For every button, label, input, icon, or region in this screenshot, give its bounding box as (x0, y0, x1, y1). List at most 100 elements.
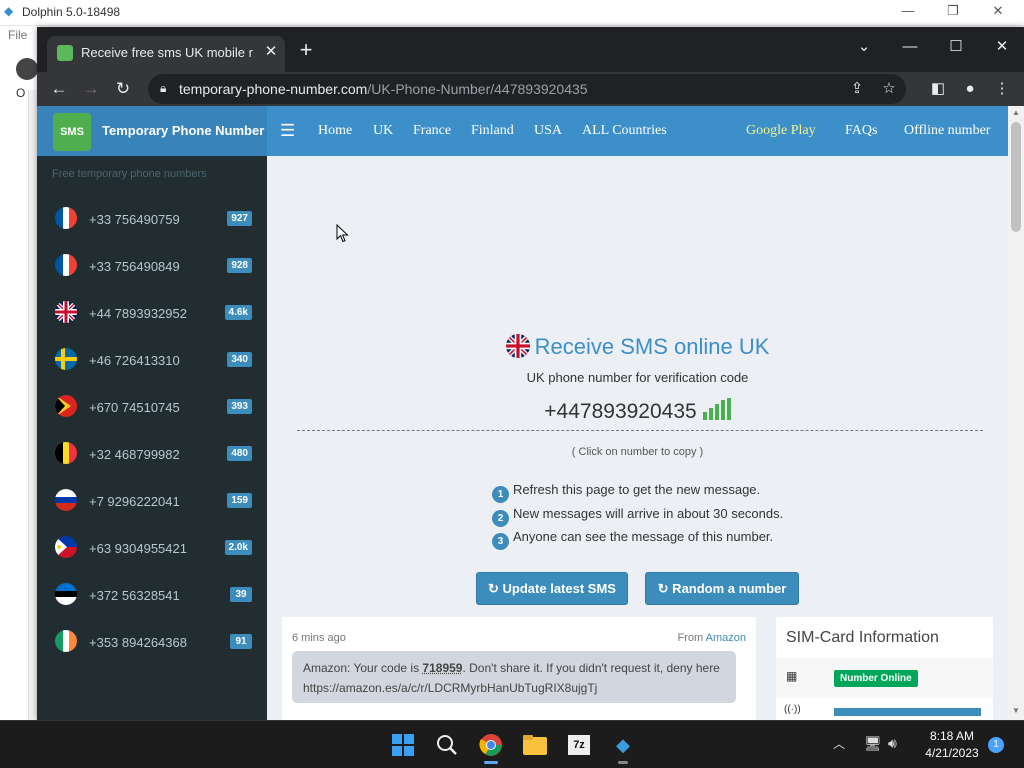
message-from: From Amazon (678, 632, 746, 644)
scroll-up-icon[interactable]: ▲ (1012, 108, 1020, 117)
web-page: SMS Temporary Phone Number ☰ Home UK Fra… (37, 106, 1024, 720)
random-number-button[interactable]: ↻ Random a number (645, 572, 799, 605)
france-flag-icon (55, 254, 77, 276)
reload-icon[interactable]: ↻ (112, 78, 134, 100)
uk-flag-icon (505, 334, 530, 358)
maximize-icon[interactable]: ☐ (941, 35, 971, 59)
nav-offline-number[interactable]: Offline number (904, 123, 990, 139)
sim-card-title: SIM-Card Information (786, 629, 939, 646)
sidebar-number-item[interactable]: +63 9304955421 2.0k (37, 525, 267, 572)
scroll-down-icon[interactable]: ▼ (1012, 706, 1020, 715)
page-subtitle: UK phone number for verification code (526, 370, 749, 385)
sidebar-number: +46 726413310 (89, 353, 180, 368)
nav-uk[interactable]: UK (373, 123, 393, 139)
sidebar-number-item[interactable]: +44 7893932952 4.6k (37, 290, 267, 337)
nav-google-play[interactable]: Google Play (746, 123, 816, 139)
site-brand[interactable]: SMS Temporary Phone Number (37, 106, 267, 156)
update-sms-button[interactable]: ↻ Update latest SMS (476, 572, 628, 605)
sidebar-number-item[interactable]: +32 468799982 480 (37, 431, 267, 478)
sidebar-number-item[interactable]: +670 74510745 393 (37, 384, 267, 431)
message-count-badge: 159 (227, 493, 252, 508)
new-tab-icon[interactable]: + (294, 39, 318, 63)
share-icon[interactable]: ⇪ (847, 79, 867, 99)
browser-toolbar: ← → ↻ 🔒︎ temporary-phone-number.com/UK-P… (37, 72, 1024, 106)
step-1: 1 Refresh this page to get the new messag… (492, 482, 760, 503)
clock-date[interactable]: 4/21/2023 (920, 746, 984, 760)
sidebar-number-item[interactable]: +372 56328541 39 (37, 572, 267, 619)
nav-faqs[interactable]: FAQs (845, 123, 877, 139)
divider (297, 430, 983, 431)
tab-close-icon[interactable]: ✕ (261, 42, 281, 62)
message-bubble: Amazon: Your code is 718959. Don't share… (292, 651, 736, 703)
restore-icon[interactable]: ❐ (943, 3, 963, 19)
nav-finland[interactable]: Finland (471, 123, 514, 139)
bookmark-star-icon[interactable]: ☆ (879, 79, 899, 99)
message-count-badge: 91 (230, 634, 252, 649)
step-text: New messages will arrive in about 30 sec… (513, 506, 784, 521)
side-panel-icon[interactable]: ◧ (928, 79, 948, 99)
ireland-flag-icon (55, 630, 77, 652)
close-icon[interactable]: ✕ (988, 3, 1008, 19)
browser-tab[interactable]: Receive free sms UK mobile numb ✕ (47, 36, 285, 72)
sim-card-icon: ▦ (786, 669, 798, 683)
running-indicator (618, 761, 628, 764)
url-text[interactable]: temporary-phone-number.com/UK-Phone-Numb… (179, 81, 588, 97)
nav-home[interactable]: Home (318, 123, 352, 139)
antenna-icon: ((·)) (784, 704, 801, 715)
copy-hint: ( Click on number to copy ) (571, 446, 704, 458)
belgium-flag-icon (55, 442, 77, 464)
minimize-icon[interactable]: — (898, 3, 918, 18)
nav-all-countries[interactable]: ALL Countries (582, 123, 667, 139)
message-count-badge: 2.0k (224, 540, 252, 555)
phone-number[interactable]: +447893920435 (267, 398, 1008, 424)
lock-icon[interactable]: 🔒︎ (160, 81, 174, 95)
dolphin-icon: ◆ (4, 4, 14, 18)
close-icon[interactable]: ✕ (987, 35, 1017, 59)
hamburger-icon[interactable]: ☰ (280, 121, 295, 141)
verification-code[interactable]: 718959 (422, 661, 462, 675)
address-bar[interactable]: 🔒︎ temporary-phone-number.com/UK-Phone-N… (148, 74, 906, 104)
notification-badge[interactable]: 1 (988, 737, 1004, 753)
clock-time[interactable]: 8:18 AM (920, 729, 984, 743)
sidebar-number: +7 9296222041 (89, 494, 180, 509)
sidebar-number-item[interactable]: +33 756490759 927 (37, 196, 267, 243)
uk-flag-icon (55, 301, 77, 323)
windows-start-icon[interactable] (387, 729, 419, 761)
back-icon[interactable]: ← (48, 78, 70, 100)
sidebar-number-item[interactable]: +353 894264368 91 (37, 619, 267, 666)
phone-number-text[interactable]: +447893920435 (544, 400, 696, 423)
scrollbar-thumb[interactable] (1011, 122, 1021, 232)
sidebar-number-item[interactable]: +7 9296222041 159 (37, 478, 267, 525)
russia-flag-icon (55, 489, 77, 511)
message-sender[interactable]: Amazon (706, 632, 746, 644)
network-icon[interactable]: 🖥︎ (864, 735, 882, 752)
dolphin-taskbar-icon[interactable]: ◆ (607, 729, 639, 764)
sms-favicon-icon (57, 45, 73, 61)
step-number: 1 (492, 486, 509, 503)
chrome-taskbar-icon[interactable] (475, 729, 507, 764)
chevron-up-icon[interactable]: ︿ (833, 735, 845, 752)
volume-icon[interactable]: 🔊︎ (888, 735, 897, 752)
step-text: Refresh this page to get the new message… (513, 482, 761, 497)
sidebar-number-item[interactable]: +33 756490849 928 (37, 243, 267, 290)
sidebar-heading: Free temporary phone numbers (52, 168, 207, 180)
nav-france[interactable]: France (413, 123, 451, 139)
main-content: Receive SMS online UK UK phone number fo… (267, 156, 1008, 720)
forward-icon[interactable]: → (80, 78, 102, 100)
minimize-icon[interactable]: — (895, 35, 925, 59)
dolphin-play-icon[interactable] (16, 58, 38, 80)
url-path: /UK-Phone-Number/447893920435 (367, 81, 588, 97)
7zip-icon[interactable]: 7z (563, 729, 595, 761)
signal-strength-icon (702, 398, 731, 420)
step-2: 2 New messages will arrive in about 30 se… (492, 506, 783, 527)
tab-search-icon[interactable]: ⌄ (849, 35, 879, 59)
profile-icon[interactable]: ● (960, 79, 980, 99)
file-explorer-icon[interactable] (519, 729, 551, 761)
from-label: From (677, 632, 704, 644)
sidebar-number-item[interactable]: +46 726413310 340 (37, 337, 267, 384)
search-icon[interactable] (431, 729, 463, 761)
menu-kebab-icon[interactable]: ⋮ (992, 79, 1012, 99)
page-scrollbar[interactable]: ▲ ▼ (1008, 106, 1024, 720)
nav-usa[interactable]: USA (534, 123, 562, 139)
dolphin-menu-file[interactable]: File (0, 26, 40, 46)
